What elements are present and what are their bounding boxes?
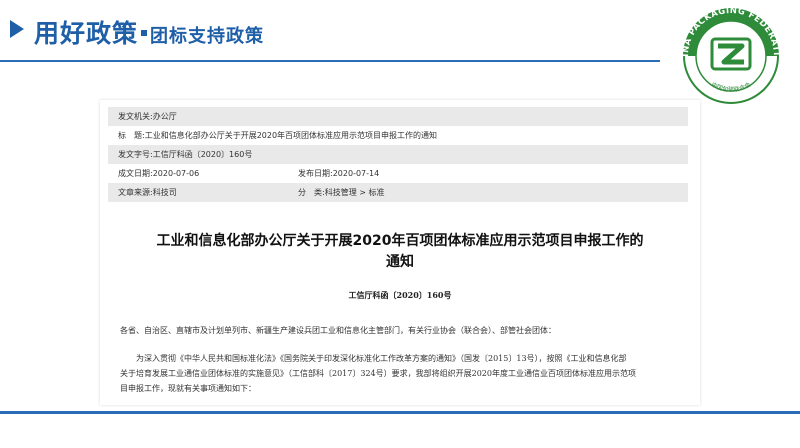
meta-issuer-value: 办公厅: [152, 112, 177, 121]
meta-subject-label: 标 题:: [118, 131, 145, 140]
header-divider: [0, 60, 660, 62]
document-screenshot: 发文机关:办公厅 标 题:工业和信息化部办公厅关于开展2020年百项团体标准应用…: [100, 100, 700, 405]
meta-row-source: 文章来源:科技司 分 类:科技管理 > 标准: [108, 183, 688, 202]
meta-issuer-label: 发文机关:: [118, 112, 153, 121]
title-separator: [141, 30, 148, 36]
meta-date-value: 2020-07-06: [152, 169, 200, 178]
meta-source-value: 科技司: [152, 188, 177, 197]
footer-divider: [0, 411, 800, 414]
document-paragraph-body-1: 为深入贯彻《中华人民共和国标准化法》《国务院关于印发深化标准化工作改革方案的通知…: [120, 354, 627, 363]
meta-docno: 发文字号:工信厅科函〔2020〕160号: [108, 149, 252, 160]
meta-docno-value: 工信厅科函〔2020〕160号: [152, 150, 253, 159]
cpf-logo: CHINA PACKAGING FEDERATION 中国包装联合会: [664, 0, 794, 106]
meta-pub-value: 2020-07-14: [332, 169, 380, 178]
meta-category: 分 类:科技管理 > 标准: [288, 187, 385, 198]
document-title-line2: 通知: [386, 254, 414, 270]
meta-source: 文章来源:科技司: [108, 187, 288, 198]
slide-title-text: 用好政策: [34, 19, 139, 48]
meta-row-docno: 发文字号:工信厅科函〔2020〕160号: [108, 145, 688, 164]
meta-row-dates: 成文日期:2020-07-06 发布日期:2020-07-14: [108, 164, 688, 183]
document-paragraph-addressee: 各省、自治区、直辖市及计划单列市、新疆生产建设兵团工业和信息化主管部门，有关行业…: [120, 326, 556, 335]
meta-subject-value: 工业和信息化部办公厅关于开展2020年百项团体标准应用示范项目申报工作的通知: [144, 131, 438, 140]
meta-issuer: 发文机关:办公厅: [108, 111, 177, 122]
meta-docno-label: 发文字号:: [118, 150, 153, 159]
meta-category-value: 科技管理 > 标准: [324, 188, 385, 197]
meta-source-label: 文章来源:: [118, 188, 153, 197]
document-number: 工信厅科函〔2020〕160号: [348, 290, 452, 300]
meta-category-label: 分 类:: [298, 188, 325, 197]
meta-pub-label: 发布日期:: [298, 169, 333, 178]
slide-subtitle: 团标支持政策: [150, 26, 265, 47]
cpf-logo-icon: CHINA PACKAGING FEDERATION 中国包装联合会: [664, 0, 781, 104]
arrow-icon: [10, 20, 24, 38]
meta-row-issuer: 发文机关:办公厅: [108, 107, 688, 126]
document-paragraph-body-2: 关于培育发展工业通信业团体标准的实施意见》（工信部科〔2017〕324号）要求，…: [120, 369, 636, 378]
document-title-line1: 工业和信息化部办公厅关于开展2020年百项团体标准应用示范项目申报工作的: [156, 233, 644, 249]
meta-pub: 发布日期:2020-07-14: [288, 168, 379, 179]
document-paragraph-body-3: 目申报工作，现就有关事项通知如下：: [120, 384, 256, 393]
meta-date: 成文日期:2020-07-06: [108, 168, 288, 179]
meta-row-subject: 标 题:工业和信息化部办公厅关于开展2020年百项团体标准应用示范项目申报工作的…: [108, 126, 688, 145]
meta-date-label: 成文日期:: [118, 169, 153, 178]
slide-title: 用好政策 团标支持政策: [34, 14, 264, 50]
document-meta-table: 发文机关:办公厅 标 题:工业和信息化部办公厅关于开展2020年百项团体标准应用…: [108, 107, 688, 202]
meta-subject: 标 题:工业和信息化部办公厅关于开展2020年百项团体标准应用示范项目申报工作的…: [108, 130, 437, 141]
